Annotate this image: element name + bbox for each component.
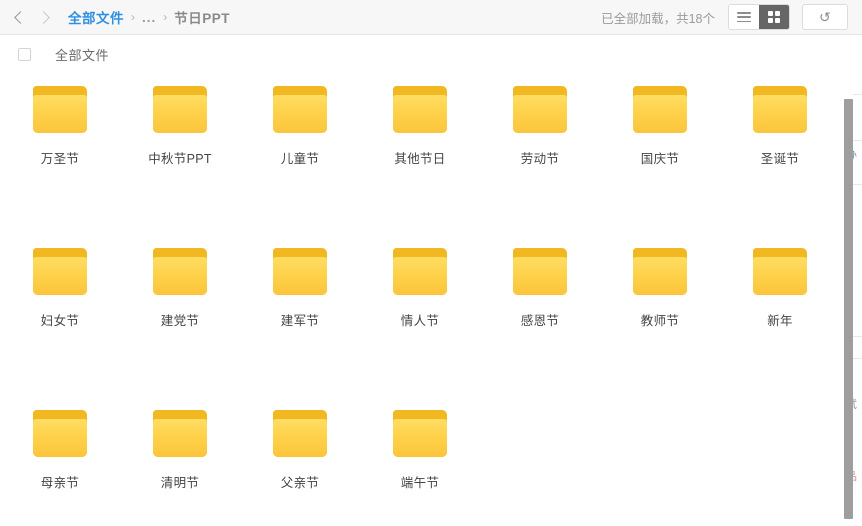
file-label: 其他节日 — [394, 152, 446, 166]
forward-button[interactable] — [32, 4, 58, 30]
folder-icon — [273, 410, 327, 457]
folder-icon — [753, 86, 807, 133]
chevron-right-icon — [37, 10, 50, 24]
file-row: 母亲节 清明节 父亲节 端午节 — [0, 398, 845, 526]
file-label: 国庆节 — [640, 152, 680, 166]
file-item[interactable]: 儿童节 — [240, 74, 360, 236]
folder-icon — [153, 410, 207, 457]
folder-icon — [273, 248, 327, 295]
file-item[interactable]: 父亲节 — [240, 398, 360, 526]
refresh-icon: ↻ — [819, 9, 831, 25]
file-label: 妇女节 — [40, 314, 80, 328]
breadcrumb-ellipsis[interactable]: ... — [142, 10, 156, 25]
file-item[interactable]: 其他节日 — [360, 74, 480, 236]
breadcrumb-separator-1: › — [131, 10, 135, 24]
file-label: 圣诞节 — [760, 152, 800, 166]
grid-view-button[interactable] — [759, 5, 789, 29]
file-label: 端午节 — [400, 476, 440, 490]
file-item[interactable]: 清明节 — [120, 398, 240, 526]
select-all-checkbox[interactable] — [18, 47, 31, 61]
list-view-button[interactable] — [729, 5, 759, 29]
chevron-left-icon — [14, 10, 27, 24]
view-mode-toggle — [728, 4, 790, 30]
file-label: 父亲节 — [280, 476, 320, 490]
folder-icon — [33, 86, 87, 133]
file-label: 建党节 — [160, 314, 200, 328]
file-item[interactable]: 劳动节 — [480, 74, 600, 236]
folder-icon — [273, 86, 327, 133]
navigation-arrows — [6, 4, 58, 30]
file-row: 妇女节 建党节 建军节 情人节 感恩节 教师节 新年 — [0, 236, 845, 398]
folder-icon — [513, 248, 567, 295]
file-item[interactable]: 建军节 — [240, 236, 360, 398]
file-label: 清明节 — [160, 476, 200, 490]
file-label: 中秋节PPT — [148, 152, 212, 166]
grid-view-icon — [768, 11, 780, 23]
folder-icon — [33, 410, 87, 457]
breadcrumb-separator-2: › — [163, 10, 168, 24]
file-label: 感恩节 — [520, 314, 560, 328]
file-item[interactable]: 中秋节PPT — [120, 74, 240, 236]
file-label: 儿童节 — [280, 152, 320, 166]
select-all-row: 全部文件 — [0, 36, 862, 72]
file-label: 情人节 — [400, 314, 440, 328]
folder-icon — [153, 248, 207, 295]
back-button[interactable] — [6, 4, 32, 30]
file-grid[interactable]: 万圣节 中秋节PPT 儿童节 其他节日 劳动节 国庆节 圣诞节 妇女节 建党节 … — [0, 74, 845, 526]
folder-icon — [393, 410, 447, 457]
file-item[interactable]: 母亲节 — [0, 398, 120, 526]
file-item[interactable]: 万圣节 — [0, 74, 120, 236]
file-row: 万圣节 中秋节PPT 儿童节 其他节日 劳动节 国庆节 圣诞节 — [0, 74, 845, 236]
file-label: 母亲节 — [40, 476, 80, 490]
file-item[interactable]: 感恩节 — [480, 236, 600, 398]
file-item[interactable]: 建党节 — [120, 236, 240, 398]
file-item[interactable]: 教师节 — [600, 236, 720, 398]
header-right-controls: 已全部加载，共18个 ↻ — [601, 4, 848, 30]
file-label: 教师节 — [640, 314, 680, 328]
top-header-bar: 全部文件 › ... › 节日PPT 已全部加载，共18个 ↻ — [0, 0, 862, 35]
folder-icon — [33, 248, 87, 295]
file-item[interactable]: 端午节 — [360, 398, 480, 526]
folder-icon — [393, 248, 447, 295]
select-all-label: 全部文件 — [55, 47, 110, 63]
folder-icon — [753, 248, 807, 295]
file-label: 建军节 — [280, 314, 320, 328]
scrollbar-thumb[interactable] — [844, 99, 853, 519]
file-label: 劳动节 — [520, 152, 560, 166]
breadcrumb-current: 节日PPT — [174, 11, 231, 26]
breadcrumb-root[interactable]: 全部文件 — [68, 7, 124, 27]
file-item[interactable]: 圣诞节 — [720, 74, 840, 236]
folder-icon — [393, 86, 447, 133]
folder-icon — [633, 86, 687, 133]
file-label: 万圣节 — [40, 152, 80, 166]
file-item[interactable]: 妇女节 — [0, 236, 120, 398]
folder-icon — [513, 86, 567, 133]
list-view-icon — [737, 12, 751, 22]
file-item[interactable]: 新年 — [720, 236, 840, 398]
folder-icon — [633, 248, 687, 295]
refresh-button[interactable]: ↻ — [802, 4, 848, 30]
folder-icon — [153, 86, 207, 133]
file-label: 新年 — [767, 314, 793, 328]
breadcrumb: 全部文件 › ... › 节日PPT — [68, 7, 230, 27]
load-status-text: 已全部加载，共18个 — [601, 11, 715, 26]
file-item[interactable]: 情人节 — [360, 236, 480, 398]
file-item[interactable]: 国庆节 — [600, 74, 720, 236]
